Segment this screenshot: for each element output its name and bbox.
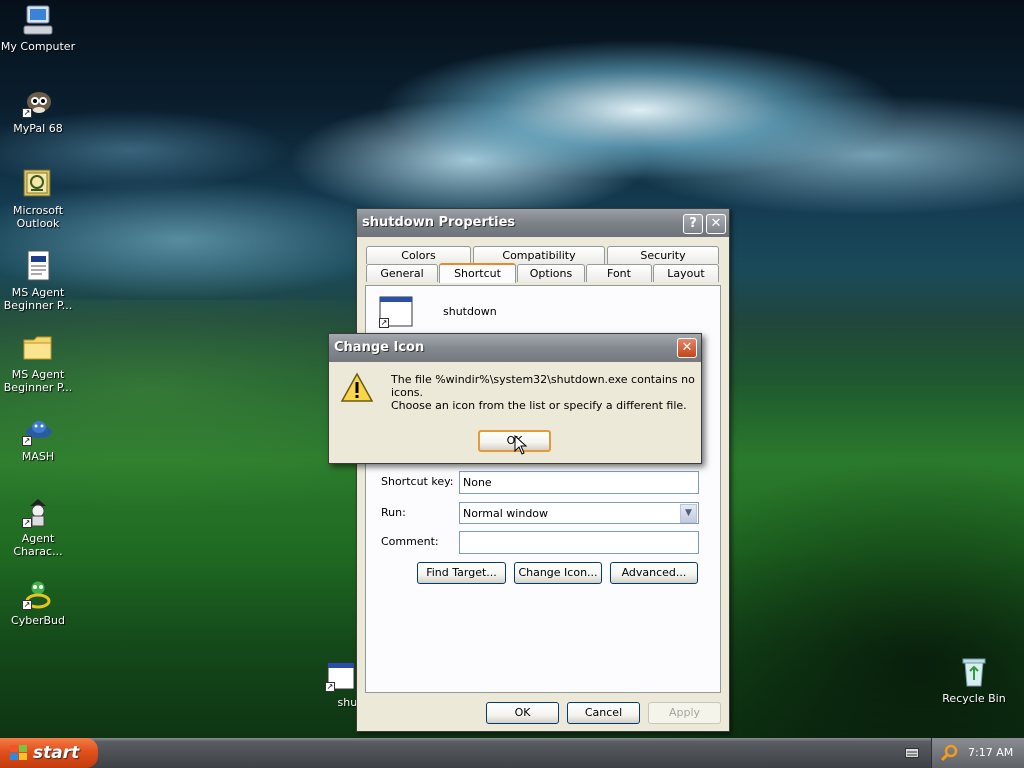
desktop-icon-outlook[interactable]: Microsoft Outlook	[0, 168, 76, 230]
tab-security[interactable]: Security	[607, 246, 719, 264]
tab-label: Font	[607, 267, 631, 280]
tab-layout[interactable]: Layout	[653, 264, 719, 282]
desktop-icon-label: CyberBud	[11, 614, 65, 627]
run-label: Run:	[381, 506, 406, 519]
desktop-icon-label: MS Agent Beginner P...	[3, 368, 73, 394]
find-target-button[interactable]: Find Target...	[417, 562, 506, 584]
tab-font[interactable]: Font	[586, 264, 652, 282]
agent-character-icon: ↗	[22, 496, 54, 528]
tab-label: General	[380, 267, 424, 280]
advanced-button[interactable]: Advanced...	[610, 562, 698, 584]
outlook-icon	[22, 168, 54, 200]
search-icon[interactable]	[940, 744, 958, 762]
desktop-icon-label: MyPal 68	[13, 122, 63, 135]
desktop-icon-ms-agent-folder[interactable]: MS Agent Beginner P...	[0, 332, 76, 394]
keyboard-icon[interactable]	[905, 747, 919, 759]
tab-shortcut[interactable]: Shortcut	[439, 263, 516, 283]
desktop-icon-mypal[interactable]: ↗ MyPal 68	[0, 86, 76, 135]
folder-icon	[22, 332, 54, 364]
close-button[interactable]: ✕	[677, 338, 697, 358]
desktop-icon-ms-agent-doc[interactable]: MS Agent Beginner P...	[0, 250, 76, 312]
dialog-title: Change Icon	[334, 340, 425, 355]
run-select[interactable]: Normal window ▼	[459, 502, 699, 524]
desktop-icon-label: My Computer	[0, 40, 76, 53]
tab-colors[interactable]: Colors	[366, 246, 471, 264]
system-tray: 7:17 AM	[931, 738, 1024, 768]
my-computer-icon	[22, 4, 54, 36]
shortcut-key-label: Shortcut key:	[381, 475, 454, 488]
shortcut-key-field[interactable]: None	[459, 471, 699, 494]
cancel-button[interactable]: Cancel	[567, 702, 640, 724]
dialog-message-line1: The file %windir%\system32\shutdown.exe …	[391, 373, 695, 399]
dialog-message-line2: Choose an icon from the list or specify …	[391, 399, 687, 412]
close-icon: ✕	[681, 340, 693, 355]
comment-label: Comment:	[381, 535, 439, 548]
comment-field[interactable]	[459, 531, 699, 554]
tab-compatibility[interactable]: Compatibility	[473, 246, 605, 264]
mypal-icon: ↗	[22, 86, 54, 118]
desktop-icon-agent-character[interactable]: ↗ Agent Charac...	[0, 496, 76, 558]
desktop-icon-cyberbud[interactable]: ↗ CyberBud	[0, 578, 76, 627]
tab-label: Layout	[667, 267, 705, 280]
close-button[interactable]: ✕	[706, 214, 726, 234]
chevron-down-icon[interactable]: ▼	[680, 504, 697, 523]
mash-icon: ↗	[22, 414, 54, 446]
shortcut-arrow-icon: ↗	[22, 436, 32, 446]
clock[interactable]: 7:17 AM	[968, 746, 1013, 759]
start-label: start	[33, 743, 80, 763]
shortcut-name: shutdown	[443, 305, 497, 318]
tab-options[interactable]: Options	[517, 264, 585, 282]
desktop-icon-label: Agent Charac...	[13, 532, 63, 558]
shortcut-arrow-icon: ↗	[22, 600, 32, 610]
change-icon-dialog: Change Icon ✕ The file %windir%\system32…	[328, 333, 702, 464]
cyberbud-icon: ↗	[22, 578, 54, 610]
start-button[interactable]: start	[0, 738, 98, 768]
desktop-icon-label: Microsoft Outlook	[12, 204, 64, 230]
tab-label: Shortcut	[454, 267, 501, 280]
tab-label: Options	[529, 267, 573, 280]
taskbar: start 7:17 AM	[0, 738, 1024, 768]
shortcut-arrow-icon: ↗	[22, 518, 32, 528]
shortcut-arrow-icon: ↗	[379, 318, 389, 328]
desktop-icon-label: Recycle Bin	[942, 692, 1006, 705]
close-icon: ✕	[710, 216, 722, 231]
apply-button[interactable]: Apply	[648, 702, 721, 724]
desktop-icon-mash[interactable]: ↗ MASH	[0, 414, 76, 463]
shortcut-window-icon: ↗	[325, 660, 357, 692]
desktop-icon-recycle-bin[interactable]: Recycle Bin	[936, 656, 1012, 705]
run-select-value: Normal window	[463, 507, 549, 520]
windows-logo-icon	[9, 744, 29, 762]
window-title: shutdown Properties	[362, 215, 516, 230]
desktop-icon-label: MASH	[21, 450, 55, 463]
tab-general[interactable]: General	[366, 264, 438, 282]
tab-label: Security	[640, 249, 686, 262]
dialog-title-bar[interactable]: Change Icon	[329, 334, 701, 362]
window-title-bar[interactable]: shutdown Properties	[357, 209, 729, 237]
help-button[interactable]: ?	[683, 214, 703, 234]
desktop-icon-my-computer[interactable]: My Computer	[0, 4, 76, 53]
tab-label: Colors	[401, 249, 436, 262]
mouse-cursor-icon	[514, 434, 528, 455]
shortcut-arrow-icon: ↗	[22, 108, 32, 118]
ok-button[interactable]: OK	[486, 702, 559, 724]
document-icon	[22, 250, 54, 282]
shutdown-properties-window: shutdown Properties ? ✕ Colors Compatibi…	[356, 208, 730, 732]
recycle-bin-icon	[958, 656, 990, 688]
help-icon: ?	[689, 216, 697, 231]
warning-icon	[340, 372, 374, 404]
shortcut-window-icon: ↗	[379, 296, 413, 328]
tab-label: Compatibility	[502, 249, 576, 262]
desktop-icon-label: MS Agent Beginner P...	[3, 286, 73, 312]
shortcut-arrow-icon: ↗	[325, 682, 335, 692]
change-icon-button[interactable]: Change Icon...	[514, 562, 602, 584]
